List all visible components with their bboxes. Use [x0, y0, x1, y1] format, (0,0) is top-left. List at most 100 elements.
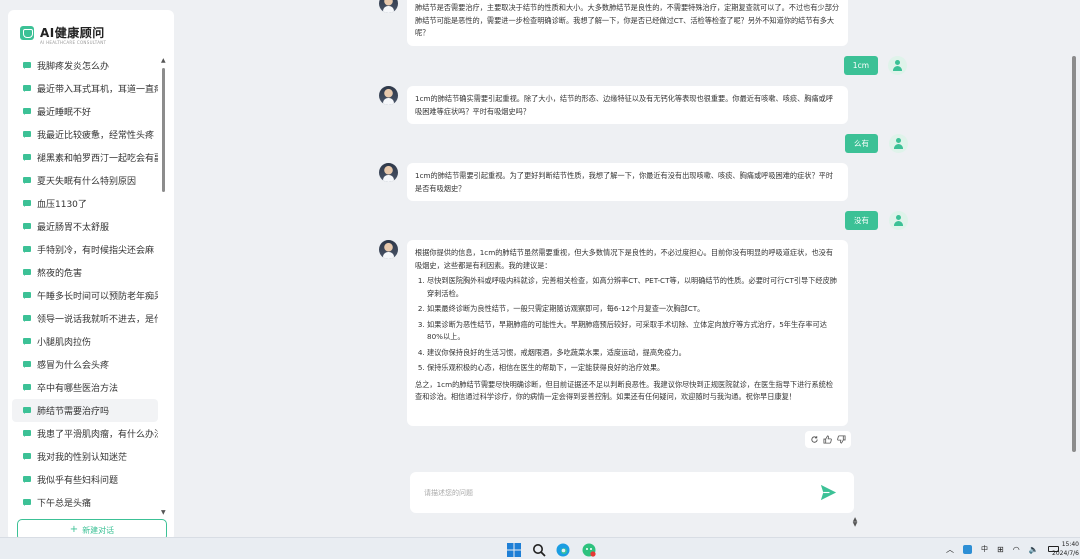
chat-bubble-icon	[23, 153, 31, 162]
ime-indicator[interactable]: 中	[981, 544, 988, 554]
conversation-item[interactable]: 血压1130了	[12, 192, 158, 215]
chat-bubble-icon	[23, 199, 31, 208]
message-bubble: 肺结节是否需要治疗，主要取决于结节的性质和大小。大多数肺结节是良性的，不需要特殊…	[407, 0, 848, 46]
conversation-label: 最近带入耳式耳机，耳道一直痒	[37, 85, 158, 95]
ai-avatar	[379, 0, 398, 13]
conversation-item[interactable]: 手特别冷，有时候指尖还会麻	[12, 238, 158, 261]
message-input[interactable]	[424, 485, 814, 500]
ai-message: 1cm的肺结节需要引起重视。为了更好判断结节性质，我想了解一下，你最近有没有出现…	[379, 163, 848, 201]
conversation-item[interactable]: 下午总是头痛	[12, 491, 158, 514]
answer-item: 如果诊断为恶性结节，早期肺癌的可能性大。早期肺癌预后较好，可采取手术切除、立体定…	[427, 319, 840, 344]
conversation-label: 血压1130了	[37, 200, 87, 210]
user-avatar	[889, 134, 908, 153]
chat-bubble-icon	[23, 84, 31, 93]
conversation-label: 手特别冷，有时候指尖还会麻	[37, 246, 155, 256]
clock[interactable]: 15:40 2024/7/6	[1047, 540, 1079, 558]
conversation-item[interactable]: 最近带入耳式耳机，耳道一直痒	[12, 77, 158, 100]
chevron-up-icon[interactable]: ︿	[946, 544, 954, 555]
conversation-label: 午睡多长时间可以预防老年痴呆	[37, 292, 158, 302]
conversation-item[interactable]: 最近肠胃不太舒服	[12, 215, 158, 238]
answer-item: 尽快到医院胸外科或呼吸内科就诊，完善相关检查，如高分辨率CT、PET-CT等，以…	[427, 275, 840, 300]
chat-bubble-icon	[23, 268, 31, 277]
message-input-box	[410, 472, 854, 513]
wifi-icon[interactable]: ◠	[1013, 545, 1020, 554]
user-avatar	[889, 211, 908, 230]
conversation-item[interactable]: 最近睡眠不好	[12, 100, 158, 123]
chat-bubble-icon	[23, 429, 31, 438]
chat-bubble-icon	[23, 291, 31, 300]
chat-bubble-icon	[23, 475, 31, 484]
thumbs-up-icon[interactable]	[823, 435, 833, 444]
send-button[interactable]	[819, 483, 838, 502]
conversation-label: 我脚疼发炎怎么办	[37, 62, 110, 72]
ime-options-icon[interactable]: ⊞	[997, 545, 1004, 554]
scrollbar-thumb[interactable]	[162, 68, 165, 192]
clock-date: 2024/7/6	[1052, 550, 1079, 557]
scrollbar-thumb[interactable]	[1072, 56, 1076, 452]
conversation-item[interactable]: 午睡多长时间可以预防老年痴呆	[12, 284, 158, 307]
conversation-item[interactable]: 我最近比较疲惫，经常性头疼	[12, 123, 158, 146]
ai-avatar	[379, 240, 398, 259]
refresh-icon[interactable]	[810, 435, 819, 444]
conversation-label: 我最近比较疲惫，经常性头疼	[37, 131, 155, 141]
windows-start-icon[interactable]	[507, 542, 521, 557]
conversation-item[interactable]: 领导一说话我就听不进去，是什么原因	[12, 307, 158, 330]
wechat-app-icon[interactable]	[582, 542, 596, 557]
conversation-label: 肺结节需要治疗吗	[37, 407, 110, 417]
chat-bubble-icon	[23, 130, 31, 139]
search-icon[interactable]	[532, 542, 546, 557]
conversation-item[interactable]: 小腿肌肉拉伤	[12, 330, 158, 353]
user-bubble: 没有	[845, 211, 878, 230]
taskbar: ︿ 中 ⊞ ◠ 🔈 15:40 2024/7/6	[0, 537, 1080, 559]
thumbs-down-icon[interactable]	[837, 435, 846, 444]
chat-scrollbar[interactable]	[1070, 44, 1078, 464]
message-bubble: 1cm的肺结节确实需要引起重视。除了大小，结节的形态、边缘特征以及有无钙化等表现…	[407, 86, 848, 124]
chat-bubble-icon	[23, 360, 31, 369]
conversation-label: 我患了平滑肌肉瘤，有什么办法	[37, 430, 158, 440]
message-bubble: 根据你提供的信息，1cm的肺结节虽然需要重视，但大多数情况下是良性的，不必过度担…	[407, 240, 848, 426]
brand: AI健康顾问	[20, 24, 105, 41]
answer-item: 如果最终诊断为良性结节，一般只需定期随访观察即可，每6-12个月复查一次胸部CT…	[427, 303, 840, 316]
conversation-item[interactable]: 我脚疼发炎怎么办	[12, 54, 158, 77]
system-tray: ︿ 中 ⊞ ◠ 🔈	[946, 538, 1059, 559]
answer-outro: 总之，1cm的肺结节需要尽快明确诊断，但目前证据还不足以判断良恶性。我建议你尽快…	[415, 379, 834, 402]
answer-item: 保持乐观积极的心态，相信在医生的帮助下，一定能获得良好的治疗效果。	[427, 362, 840, 375]
answer-intro: 根据你提供的信息，1cm的肺结节虽然需要重视，但大多数情况下是良性的，不必过度担…	[415, 248, 834, 270]
conversation-item[interactable]: 感冒为什么会头疼	[12, 353, 158, 376]
scroll-stepper-icon[interactable]: ▲ ▼	[852, 517, 858, 528]
chat-bubble-icon	[23, 61, 31, 70]
chat-bubble-icon	[23, 314, 31, 323]
chat-bubble-icon	[23, 337, 31, 346]
volume-icon[interactable]: 🔈	[1029, 545, 1039, 554]
conversation-label: 我对我的性别认知迷茫	[37, 453, 128, 463]
conversation-label: 最近肠胃不太舒服	[37, 223, 110, 233]
conversation-label: 褪黑素和帕罗西汀一起吃会有副作用吗	[37, 154, 158, 164]
user-avatar	[887, 56, 907, 75]
scroll-down-icon[interactable]: ▼	[161, 510, 166, 516]
conversation-item[interactable]: 褪黑素和帕罗西汀一起吃会有副作用吗	[12, 146, 158, 169]
ai-avatar	[379, 163, 398, 182]
scroll-up-icon[interactable]: ▲	[161, 58, 166, 64]
plus-icon: +	[69, 524, 79, 535]
conversation-label: 下午总是头痛	[37, 499, 92, 509]
app-tray-icon[interactable]	[963, 544, 972, 554]
conversation-item[interactable]: 熬夜的危害	[12, 261, 158, 284]
sidebar-scrollbar[interactable]: ▲ ▼	[161, 58, 166, 516]
message-bubble: 1cm的肺结节需要引起重视。为了更好判断结节性质，我想了解一下，你最近有没有出现…	[407, 163, 848, 201]
conversation-item[interactable]: 我对我的性别认知迷茫	[12, 445, 158, 468]
conversation-item[interactable]: 肺结节需要治疗吗	[12, 399, 158, 422]
edge-browser-icon[interactable]	[556, 542, 570, 557]
conversation-item[interactable]: 卒中有哪些医治方法	[12, 376, 158, 399]
answer-item: 建议你保持良好的生活习惯，戒烟限酒，多吃蔬菜水果，适度运动，提高免疫力。	[427, 347, 840, 360]
user-bubble: 么有	[845, 134, 878, 153]
ai-message: 肺结节是否需要治疗，主要取决于结节的性质和大小。大多数肺结节是良性的，不需要特殊…	[379, 0, 848, 46]
chat-bubble-icon	[23, 452, 31, 461]
conversation-label: 我似乎有些妇科问题	[37, 476, 119, 486]
conversation-label: 卒中有哪些医治方法	[37, 384, 119, 394]
conversation-item[interactable]: 我似乎有些妇科问题	[12, 468, 158, 491]
chat-bubble-icon	[23, 406, 31, 415]
conversation-label: 小腿肌肉拉伤	[37, 338, 92, 348]
user-bubble: 1cm	[843, 56, 878, 75]
conversation-item[interactable]: 夏天失眠有什么特别原因	[12, 169, 158, 192]
conversation-item[interactable]: 我患了平滑肌肉瘤，有什么办法	[12, 422, 158, 445]
